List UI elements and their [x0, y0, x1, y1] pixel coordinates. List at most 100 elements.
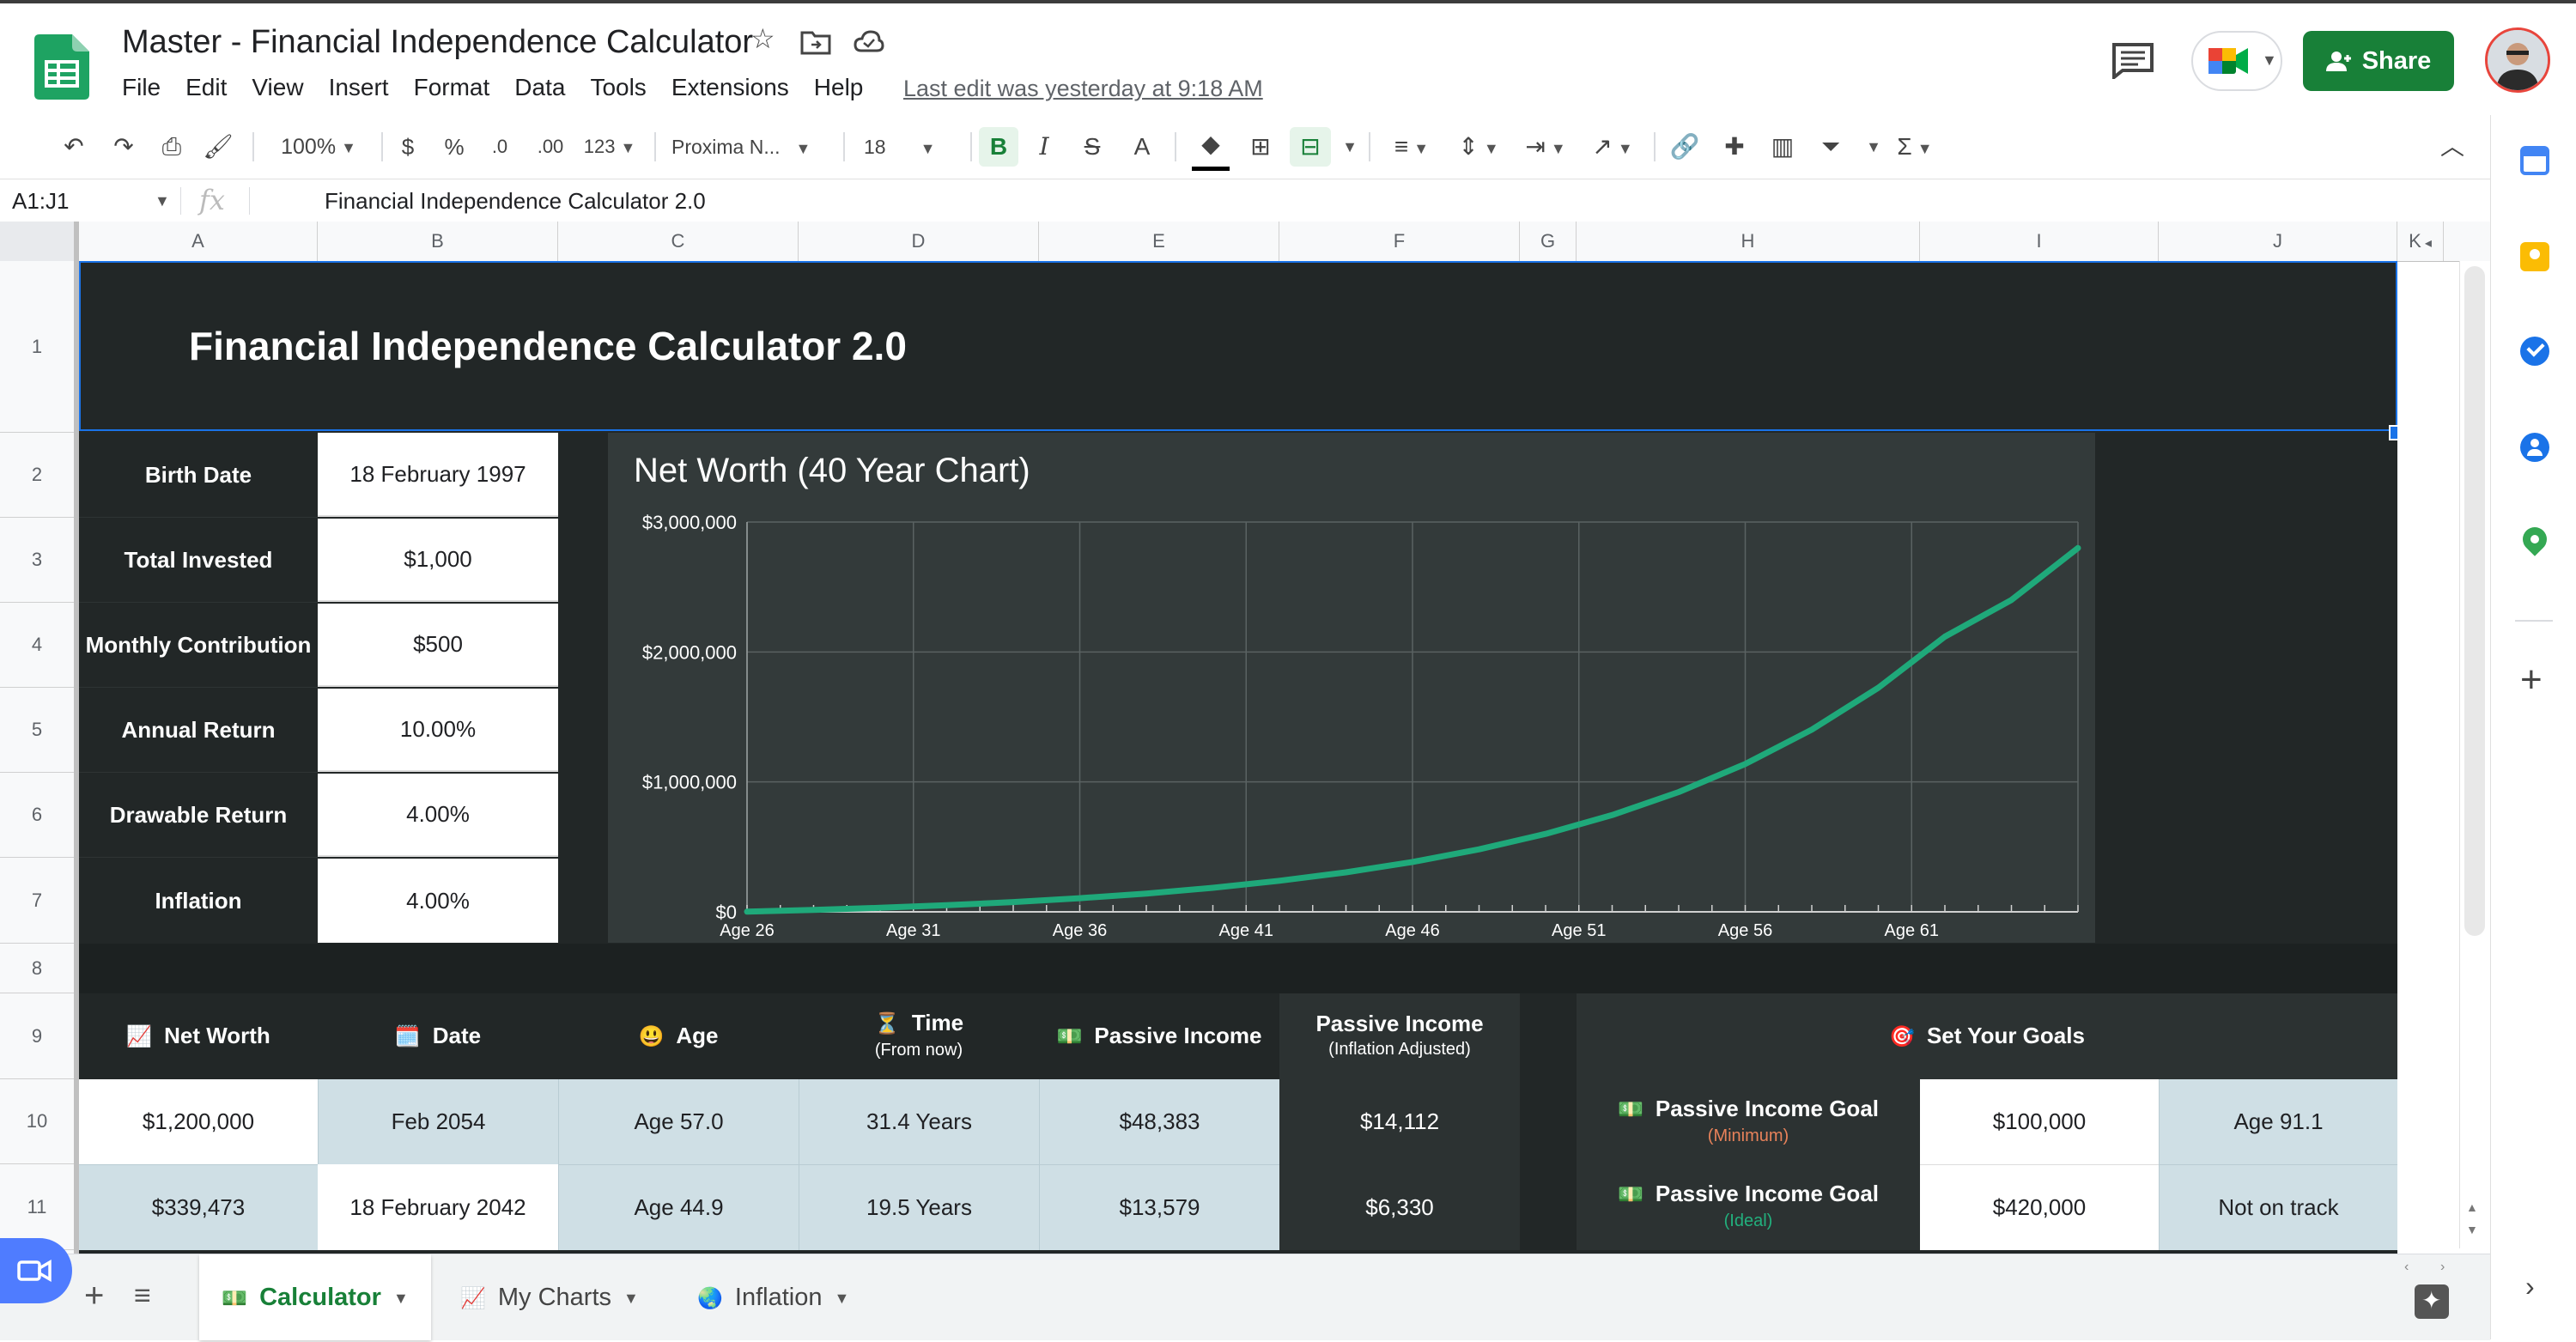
- selection-handle[interactable]: [2389, 425, 2397, 440]
- goal-amount-minimum[interactable]: $100,000: [1920, 1079, 2159, 1164]
- goal-amount-ideal[interactable]: $420,000: [1920, 1164, 2159, 1250]
- menu-edit[interactable]: Edit: [185, 74, 227, 108]
- header-age[interactable]: 😃 Age: [558, 993, 799, 1079]
- column-header-h[interactable]: H: [1577, 222, 1920, 261]
- row-header-8[interactable]: 8: [0, 944, 74, 993]
- cell-passive-income-2[interactable]: $13,579: [1039, 1164, 1279, 1250]
- cell-date-1[interactable]: Feb 2054: [318, 1079, 558, 1164]
- input-label-birth-date[interactable]: Birth Date: [79, 433, 318, 518]
- cell-net-worth-2[interactable]: $339,473: [79, 1164, 318, 1250]
- row-header-10[interactable]: 10: [0, 1079, 74, 1164]
- redo-icon[interactable]: ↷: [106, 127, 141, 167]
- vertical-align-icon[interactable]: ⇕ ▼: [1453, 127, 1504, 167]
- contacts-app-icon[interactable]: [2520, 433, 2549, 462]
- input-value-annual-return[interactable]: 10.00%: [318, 689, 558, 772]
- text-color-button[interactable]: A: [1125, 127, 1159, 167]
- input-label-inflation[interactable]: Inflation: [79, 858, 318, 944]
- row-header-4[interactable]: 4: [0, 603, 74, 688]
- cloud-status-icon[interactable]: [854, 29, 884, 53]
- account-avatar[interactable]: [2485, 27, 2550, 93]
- add-addon-icon[interactable]: +: [2520, 661, 2543, 699]
- tab-my-charts[interactable]: 📈 My Charts ▼: [460, 1254, 639, 1340]
- cell-passive-income-adjusted-2[interactable]: $6,330: [1279, 1164, 1520, 1250]
- insert-comment-icon[interactable]: ✚: [1717, 127, 1752, 167]
- share-button[interactable]: Share: [2303, 31, 2454, 91]
- expand-panel-icon[interactable]: ›: [2525, 1271, 2535, 1303]
- header-date[interactable]: 🗓️ Date: [318, 993, 558, 1079]
- input-value-inflation[interactable]: 4.00%: [318, 859, 558, 943]
- text-rotation-icon[interactable]: ↗ ▼: [1585, 127, 1640, 167]
- filter-icon[interactable]: ⏷: [1814, 127, 1848, 167]
- name-box[interactable]: A1:J1 ▼: [12, 185, 170, 216]
- percent-format-button[interactable]: %: [440, 127, 469, 167]
- row-header-9[interactable]: 9: [0, 993, 74, 1079]
- row-header-1[interactable]: 1: [0, 261, 74, 433]
- maps-app-icon[interactable]: [2518, 522, 2552, 556]
- cell-passive-income-adjusted-1[interactable]: $14,112: [1279, 1079, 1520, 1164]
- document-title[interactable]: Master - Financial Independence Calculat…: [122, 24, 753, 61]
- column-header-a[interactable]: A: [79, 222, 318, 261]
- header-passive-income-adjusted[interactable]: Passive Income (Inflation Adjusted): [1279, 993, 1520, 1079]
- input-value-drawable-return[interactable]: 4.00%: [318, 774, 558, 857]
- goal-status-ideal[interactable]: Not on track: [2159, 1164, 2397, 1250]
- header-time[interactable]: ⏳ Time (From now): [799, 993, 1039, 1079]
- scroll-tabs-right-icon[interactable]: ›: [2440, 1260, 2445, 1275]
- row-header-2[interactable]: 2: [0, 433, 74, 518]
- column-header-j[interactable]: J: [2159, 222, 2397, 261]
- column-header-g[interactable]: G: [1520, 222, 1577, 261]
- cell-time-2[interactable]: 19.5 Years: [799, 1164, 1039, 1250]
- menu-insert[interactable]: Insert: [329, 74, 389, 108]
- paint-format-icon[interactable]: 🖌: [201, 127, 235, 167]
- input-label-annual-return[interactable]: Annual Return: [79, 688, 318, 773]
- column-header-i[interactable]: I: [1920, 222, 2159, 261]
- all-sheets-icon[interactable]: ≡: [134, 1277, 151, 1315]
- merge-dropdown-icon[interactable]: ▼: [1341, 127, 1358, 167]
- sheets-logo-icon[interactable]: [34, 34, 89, 100]
- goal-label-ideal[interactable]: 💵 Passive Income Goal (Ideal): [1577, 1164, 1920, 1250]
- scroll-down-icon[interactable]: ▼: [2466, 1223, 2478, 1236]
- menu-extensions[interactable]: Extensions: [671, 74, 789, 108]
- menu-data[interactable]: Data: [514, 74, 565, 108]
- input-value-birth-date[interactable]: 18 February 1997: [318, 433, 558, 517]
- menu-tools[interactable]: Tools: [590, 74, 646, 108]
- strikethrough-button[interactable]: S: [1075, 127, 1109, 167]
- vertical-scroll-thumb[interactable]: [2464, 266, 2485, 936]
- row-header-3[interactable]: 3: [0, 518, 74, 603]
- input-value-monthly-contribution[interactable]: $500: [318, 604, 558, 687]
- insert-chart-icon[interactable]: ▥: [1765, 127, 1800, 167]
- column-header-k[interactable]: K ◂: [2397, 222, 2444, 261]
- print-icon[interactable]: ⎙: [153, 127, 191, 167]
- tab-inflation[interactable]: 🌏 Inflation ▼: [697, 1254, 849, 1340]
- functions-icon[interactable]: Σ ▼: [1889, 127, 1941, 167]
- row-header-7[interactable]: 7: [0, 858, 74, 944]
- formula-input[interactable]: Financial Independence Calculator 2.0: [325, 185, 706, 216]
- cell-passive-income-1[interactable]: $48,383: [1039, 1079, 1279, 1164]
- column-header-f[interactable]: F: [1279, 222, 1520, 261]
- italic-button[interactable]: I: [1027, 127, 1061, 167]
- add-sheet-icon[interactable]: +: [84, 1277, 104, 1315]
- goal-label-minimum[interactable]: 💵 Passive Income Goal (Minimum): [1577, 1079, 1920, 1164]
- column-header-b[interactable]: B: [318, 222, 558, 261]
- cell-date-2[interactable]: 18 February 2042: [318, 1164, 558, 1250]
- cell-age-2[interactable]: Age 44.9: [558, 1164, 799, 1250]
- goal-status-minimum[interactable]: Age 91.1: [2159, 1079, 2397, 1164]
- star-icon[interactable]: ☆: [750, 22, 775, 55]
- horizontal-align-icon[interactable]: ≡ ▼: [1386, 127, 1437, 167]
- row-header-11[interactable]: 11: [0, 1164, 74, 1250]
- calendar-app-icon[interactable]: [2520, 146, 2549, 175]
- last-edit-link[interactable]: Last edit was yesterday at 9:18 AM: [903, 76, 1263, 102]
- header-set-goals[interactable]: 🎯 Set Your Goals: [1577, 993, 2397, 1079]
- meet-button[interactable]: ▼: [2191, 31, 2282, 91]
- currency-format-button[interactable]: $: [393, 127, 422, 167]
- text-wrapping-icon[interactable]: ⇥ ▼: [1520, 127, 1571, 167]
- title-cell[interactable]: Financial Independence Calculator 2.0: [79, 261, 2397, 431]
- header-net-worth[interactable]: 📈 Net Worth: [79, 993, 318, 1079]
- input-value-total-invested[interactable]: $1,000: [318, 519, 558, 602]
- comments-icon[interactable]: [2111, 41, 2155, 79]
- undo-icon[interactable]: ↶: [57, 127, 91, 167]
- row-header-6[interactable]: 6: [0, 773, 74, 858]
- zoom-select[interactable]: 100% ▼: [271, 127, 366, 167]
- cell-net-worth-1[interactable]: $1,200,000: [79, 1079, 318, 1164]
- borders-icon[interactable]: ⊞: [1243, 127, 1278, 167]
- meet-present-button[interactable]: [0, 1238, 72, 1303]
